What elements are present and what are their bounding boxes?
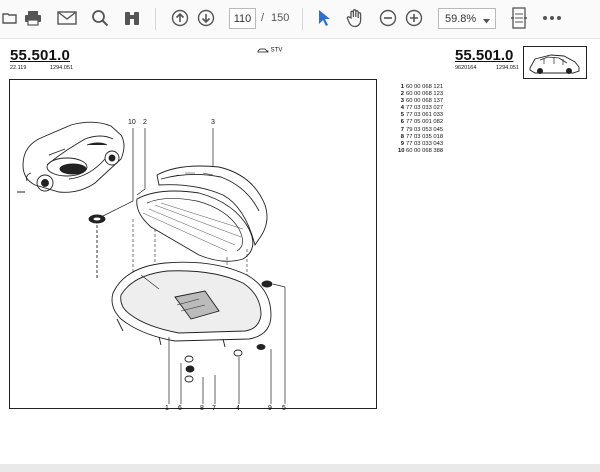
sedan-car-icon bbox=[523, 46, 587, 79]
parts-list: 1 60 00 068 121 2 60 00 068 123 3 60 00 068… bbox=[398, 84, 443, 155]
toolbar: 110 / 150 59.8% bbox=[0, 0, 600, 39]
chevron-down-icon bbox=[483, 15, 490, 27]
parts-row: 2 60 00 068 123 bbox=[400, 91, 444, 98]
header-left-ref1: 22.119 bbox=[10, 65, 27, 71]
page-number-input[interactable]: 110 bbox=[229, 8, 256, 29]
stv-label: STV bbox=[257, 47, 282, 54]
car-mini-icon bbox=[257, 48, 269, 53]
callout-2: 2 bbox=[143, 119, 147, 126]
exploded-diagram bbox=[17, 121, 286, 404]
zoom-in-icon[interactable] bbox=[404, 7, 424, 29]
binoculars-icon[interactable] bbox=[122, 7, 142, 29]
hand-tool-icon[interactable] bbox=[344, 7, 366, 29]
callout-3: 3 bbox=[211, 119, 215, 126]
print-icon[interactable] bbox=[23, 7, 43, 29]
page-separator: / bbox=[261, 12, 265, 24]
folder-open-icon[interactable] bbox=[1, 7, 19, 29]
callout-10: 10 bbox=[128, 119, 136, 126]
email-icon[interactable] bbox=[56, 7, 78, 29]
callout-1: 1 bbox=[165, 405, 169, 412]
callout-9: 9 bbox=[268, 405, 272, 412]
zoom-select[interactable]: 59.8% bbox=[438, 8, 496, 29]
parts-row: 1 60 00 068 121 bbox=[400, 84, 444, 90]
header-right-number: 55.501.0 bbox=[455, 47, 514, 64]
callout-6: 6 bbox=[178, 405, 182, 412]
callout-7: 7 bbox=[212, 405, 216, 412]
parts-row: 8 77 03 035 018 bbox=[400, 133, 444, 140]
parts-row: 4 77 03 033 027 bbox=[400, 105, 444, 112]
search-icon[interactable] bbox=[90, 7, 110, 29]
more-icon[interactable] bbox=[541, 7, 563, 29]
parts-row: 10 60 00 068 388 bbox=[398, 147, 444, 154]
toolbar-separator bbox=[302, 8, 303, 30]
callout-8: 8 bbox=[200, 405, 204, 412]
header-right-ref1: 9620164 bbox=[455, 65, 477, 71]
part-1-tray bbox=[111, 261, 272, 348]
part-10-grommet bbox=[88, 214, 106, 279]
select-arrow-icon[interactable] bbox=[314, 7, 332, 29]
horizontal-scrollbar[interactable] bbox=[0, 464, 600, 472]
fit-page-icon[interactable] bbox=[509, 7, 529, 29]
callout-4: 4 bbox=[236, 405, 240, 412]
parts-row: 9 77 03 033 043 bbox=[400, 140, 444, 147]
header-left-ref2: 1294.051 bbox=[50, 65, 73, 71]
parts-row: 3 60 00 068 137 bbox=[400, 98, 444, 105]
stv-text: STV bbox=[270, 47, 283, 54]
zoom-out-icon[interactable] bbox=[378, 7, 398, 29]
page-down-icon[interactable] bbox=[196, 7, 216, 29]
document-viewer[interactable]: 55.501.0 22.119 1294.051 STV 55.501.0 96… bbox=[0, 39, 600, 472]
page-count: 150 bbox=[271, 12, 290, 24]
callout-5: 5 bbox=[282, 405, 286, 412]
parts-row: 7 79 03 053 045 bbox=[400, 126, 444, 133]
header-left-number: 55.501.0 bbox=[10, 47, 70, 64]
parts-row: 5 77 03 061 033 bbox=[400, 112, 444, 119]
page-up-icon[interactable] bbox=[170, 7, 190, 29]
header-right-ref2: 1294.051 bbox=[496, 65, 519, 71]
toolbar-separator bbox=[155, 8, 156, 30]
roadster-inset-drawing bbox=[22, 121, 125, 193]
zoom-value: 59.8% bbox=[445, 13, 477, 25]
parts-row: 6 77 05 001 082 bbox=[400, 119, 444, 126]
